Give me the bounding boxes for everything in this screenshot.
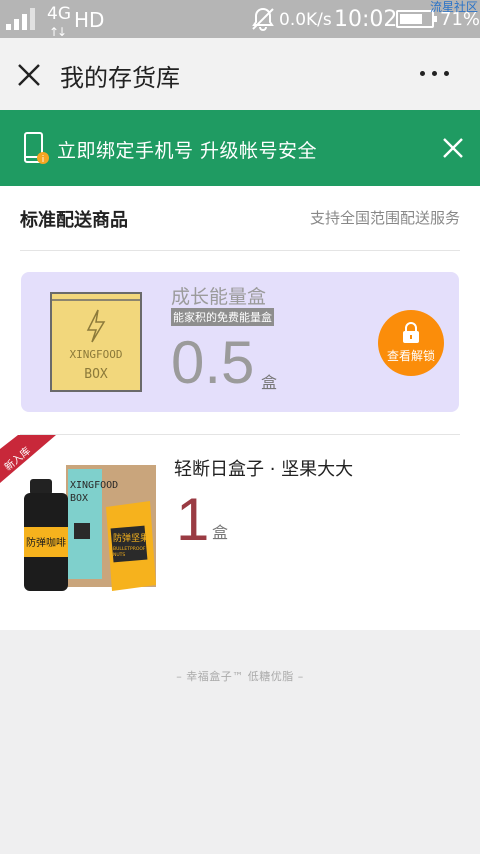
section-title: 标准配送商品 [20, 210, 128, 231]
product-quantity: 1 [176, 486, 210, 553]
energy-box-unit: 盒 [261, 373, 278, 392]
network-indicator: 4G ↑↓ [47, 4, 71, 39]
watermark: 流星社区 [430, 0, 479, 14]
title-bar: 我的存货库 [0, 38, 480, 110]
product-box-text-1: XINGFOOD [70, 480, 118, 491]
energy-box-tag: 能家积的免费能量盒 [171, 308, 274, 326]
close-icon[interactable] [16, 62, 42, 88]
product-pouch-text: 防弹坚果 [113, 532, 149, 544]
product-image: XINGFOOD BOX 防弹坚果 BULLETPROOF NUTS 防弹咖啡 … [0, 435, 156, 591]
more-dots-icon[interactable] [420, 66, 454, 80]
energy-box-name: 成长能量盒 [171, 286, 267, 308]
battery-icon [396, 10, 437, 28]
product-can-text: 防弹咖啡 [26, 536, 66, 549]
product-row[interactable]: XINGFOOD BOX 防弹坚果 BULLETPROOF NUTS 防弹咖啡 … [0, 435, 480, 630]
product-pouch-sub2: NUTS [113, 552, 125, 558]
footer-slogan: – 幸福盒子™ 低糖优脂 – [176, 670, 304, 683]
banner-text: 立即绑定手机号 升级帐号安全 [57, 140, 318, 162]
section-subtitle: 支持全国范围配送服务 [309, 209, 460, 227]
signal-icon [6, 8, 35, 30]
svg-text:i: i [42, 155, 45, 165]
energy-box-card[interactable]: XINGFOOD BOX 成长能量盒 能家积的免费能量盒 0.5 盒 查看解锁 [21, 272, 459, 412]
bell-muted-icon [252, 7, 274, 31]
divider [20, 250, 460, 251]
page-title: 我的存货库 [60, 64, 180, 92]
network-label: 4G [47, 4, 71, 24]
energy-box-image: XINGFOOD BOX [50, 292, 142, 392]
energy-box-value: 0.5 [171, 329, 255, 396]
network-mode: HD [74, 8, 105, 32]
unlock-label: 查看解锁 [386, 349, 435, 363]
banner-close-icon[interactable] [441, 136, 465, 160]
product-unit: 盒 [212, 523, 229, 542]
network-speed: 0.0K/s [279, 10, 332, 30]
product-pouch-sub: BULLETPROOF [113, 546, 146, 552]
product-box-text-2: BOX [70, 493, 88, 504]
lock-icon [403, 322, 419, 343]
energy-box-text-1: XINGFOOD [70, 348, 123, 361]
bind-phone-banner[interactable]: i 立即绑定手机号 升级帐号安全 [0, 110, 480, 186]
energy-box-text-2: BOX [84, 367, 108, 382]
status-bar: 4G ↑↓ HD 0.0K/s 10:02 71% 流星社区 [0, 0, 480, 39]
clock: 10:02 [334, 7, 398, 32]
phone-warning-icon: i [24, 132, 49, 165]
unlock-button[interactable]: 查看解锁 [378, 310, 444, 376]
product-name: 轻断日盒子 · 坚果大大 [174, 459, 354, 480]
inventory-content: 标准配送商品 支持全国范围配送服务 XINGFOOD BOX 成长能量盒 能家积… [0, 186, 480, 630]
